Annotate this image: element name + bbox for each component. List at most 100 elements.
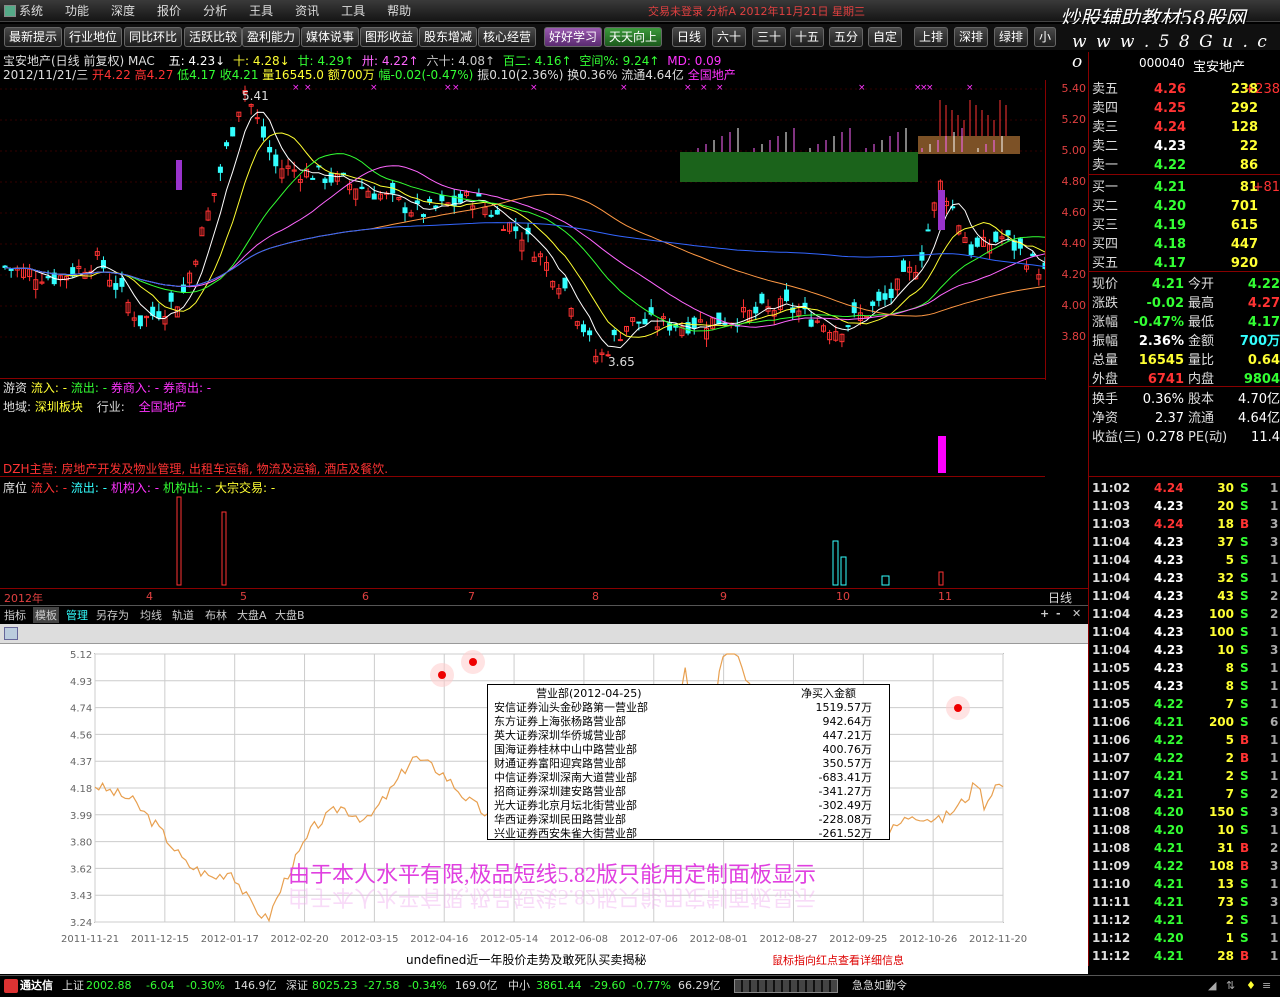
menu-function[interactable]: 功能 <box>61 2 89 20</box>
alarm-icon[interactable]: ♦ <box>1246 976 1256 996</box>
zx-pct: -0.77% <box>632 979 671 992</box>
tab-market-b[interactable]: 大盘B <box>275 607 305 623</box>
tick-count: 1 <box>1270 931 1279 945</box>
menu-tools[interactable]: 工具 <box>337 2 365 20</box>
btn-media[interactable]: 媒体说事 <box>301 27 360 47</box>
tick-side: S <box>1240 679 1249 693</box>
tick-side: S <box>1240 499 1249 513</box>
zoom-out-button[interactable]: - <box>1056 607 1061 620</box>
quote-divider <box>1089 271 1280 272</box>
menu-icon[interactable]: ≡ <box>1262 976 1271 996</box>
tab-ma[interactable]: 均线 <box>140 607 162 623</box>
panel3-title: 席位 <box>3 481 28 495</box>
btn-green-sort[interactable]: 绿排 <box>994 27 1029 47</box>
order-label: 买四 <box>1092 237 1119 252</box>
tab-save-as[interactable]: 另存为 <box>96 607 129 623</box>
btn-holder-change[interactable]: 股东增减 <box>419 27 478 47</box>
panel-icon[interactable] <box>4 627 18 640</box>
tab-bollinger[interactable]: 布林 <box>205 607 227 623</box>
tick-list[interactable]: 11:02 4.24 30 S 1 11:03 4.23 20 S 1 11:03 4.24 18 B 3 1… <box>1088 476 1280 966</box>
x-tick: 2012-01-17 <box>201 934 259 945</box>
tab-indicator[interactable]: 指标 <box>4 607 26 623</box>
btn-core-ops[interactable]: 核心经营 <box>478 27 537 47</box>
menu-depth[interactable]: 深度 <box>107 2 135 20</box>
red-seat-marker <box>954 704 962 712</box>
zoom-in-button[interactable]: + <box>1040 607 1049 620</box>
candle-body <box>260 126 266 138</box>
tick-time: 11:03 <box>1092 517 1131 531</box>
btn-industry-position[interactable]: 行业地位 <box>64 27 123 47</box>
tick-side: B <box>1240 733 1250 747</box>
btn-sz-sort[interactable]: 深排 <box>954 27 989 47</box>
order-row[interactable]: 买四 4.18 447 <box>1092 235 1280 254</box>
tick-side: B <box>1240 841 1250 855</box>
quote-stat-row: 涨幅 -0.47% 最低 4.17 <box>1092 313 1280 332</box>
tick-count: 2 <box>1270 841 1279 855</box>
tick-price: 4.21 <box>1154 787 1184 801</box>
btn-sh-sort[interactable]: 上排 <box>914 27 949 47</box>
panel2-title: 游资 <box>3 381 28 395</box>
tick-row: 11:10 4.21 13 S 1 <box>1092 875 1280 893</box>
menu-system[interactable]: 系统 <box>0 2 43 20</box>
btn-30min[interactable]: 三十 <box>752 27 787 47</box>
kline-chart[interactable]: × × × × × × × × × × × ××× × 5.41 3.65 <box>0 80 1045 380</box>
candle-body <box>254 117 260 120</box>
candle-body <box>420 214 426 217</box>
tab-market-a[interactable]: 大盘A <box>237 607 267 623</box>
btn-custom[interactable]: 自定 <box>868 27 903 47</box>
stat-label: 股本 <box>1188 392 1215 407</box>
btn-active-compare[interactable]: 活跃比较 <box>184 27 243 47</box>
order-row[interactable]: 买二 4.20 701 <box>1092 197 1280 216</box>
order-row[interactable]: 卖一 4.22 86 <box>1092 156 1280 175</box>
order-row[interactable]: 买三 4.19 615 <box>1092 216 1280 235</box>
sh-label: 上证 <box>62 979 84 992</box>
signal-marker: × <box>304 83 312 93</box>
hotmoney-bar <box>938 436 946 473</box>
order-row[interactable]: 卖四 4.25 292 <box>1092 99 1280 118</box>
btn-5min[interactable]: 五分 <box>829 27 864 47</box>
btn-daily[interactable]: 日线 <box>672 27 707 47</box>
ma30-line <box>4 165 1045 328</box>
order-row[interactable]: 卖三 4.24 128 <box>1092 118 1280 137</box>
candle-body <box>993 231 999 242</box>
menu-analysis[interactable]: 分析 <box>199 2 227 20</box>
btn-latest-tips[interactable]: 最新提示 <box>4 27 63 47</box>
menu-quote[interactable]: 报价 <box>153 2 181 20</box>
app-icon <box>4 5 16 17</box>
x-tick: 2012-09-25 <box>829 934 887 945</box>
stat-value: 2.36% <box>1138 334 1184 349</box>
candle-body <box>427 198 433 203</box>
order-row[interactable]: 卖二 4.23 22 <box>1092 137 1280 156</box>
lower-y-axis: 5.12 4.93 4.74 4.56 4.37 4.18 3.99 3.80 3.62 3.43… <box>70 650 92 929</box>
btn-study[interactable]: 好好学习 <box>544 27 603 47</box>
tick-price: 4.22 <box>1154 859 1184 873</box>
btn-15min[interactable]: 十五 <box>790 27 825 47</box>
btn-daily-up[interactable]: 天天向上 <box>604 27 663 47</box>
order-row[interactable]: 买一 4.21 81 +81 <box>1092 178 1280 197</box>
menu-kingkit[interactable]: 王具 <box>245 2 273 20</box>
tab-template[interactable]: 模板 <box>33 607 59 623</box>
region-value: 深圳板块 <box>34 400 83 414</box>
menu-help[interactable]: 帮助 <box>383 2 411 20</box>
tick-volume: 30 <box>1217 481 1234 495</box>
btn-small[interactable]: 小 <box>1034 27 1057 47</box>
seat-amount: -261.52万 <box>818 827 872 840</box>
btn-yoy[interactable]: 同比环比 <box>124 27 183 47</box>
candle-body <box>137 315 143 327</box>
btn-chart-gain[interactable]: 图形收益 <box>360 27 419 47</box>
tab-manage[interactable]: 管理 <box>66 607 88 623</box>
tick-row: 11:08 4.20 150 S 3 <box>1092 803 1280 821</box>
tick-count: 1 <box>1270 949 1279 963</box>
tick-volume: 73 <box>1217 895 1234 909</box>
zx-label: 中小 <box>508 979 530 992</box>
order-row[interactable]: 卖五 4.26 238 +238 <box>1092 80 1280 99</box>
btn-60min[interactable]: 六十 <box>712 27 747 47</box>
candle-body <box>888 288 894 298</box>
template-tabs: 指标 模板 管理 另存为 均线 轨道 布林 大盘A 大盘B + - ✕ <box>0 605 1088 623</box>
tab-channel[interactable]: 轨道 <box>172 607 194 623</box>
menu-news[interactable]: 资讯 <box>291 2 319 20</box>
btn-profitability[interactable]: 盈利能力 <box>242 27 301 47</box>
candle-body <box>402 207 408 214</box>
close-icon[interactable]: ✕ <box>1072 607 1081 620</box>
order-label: 卖四 <box>1092 101 1119 116</box>
